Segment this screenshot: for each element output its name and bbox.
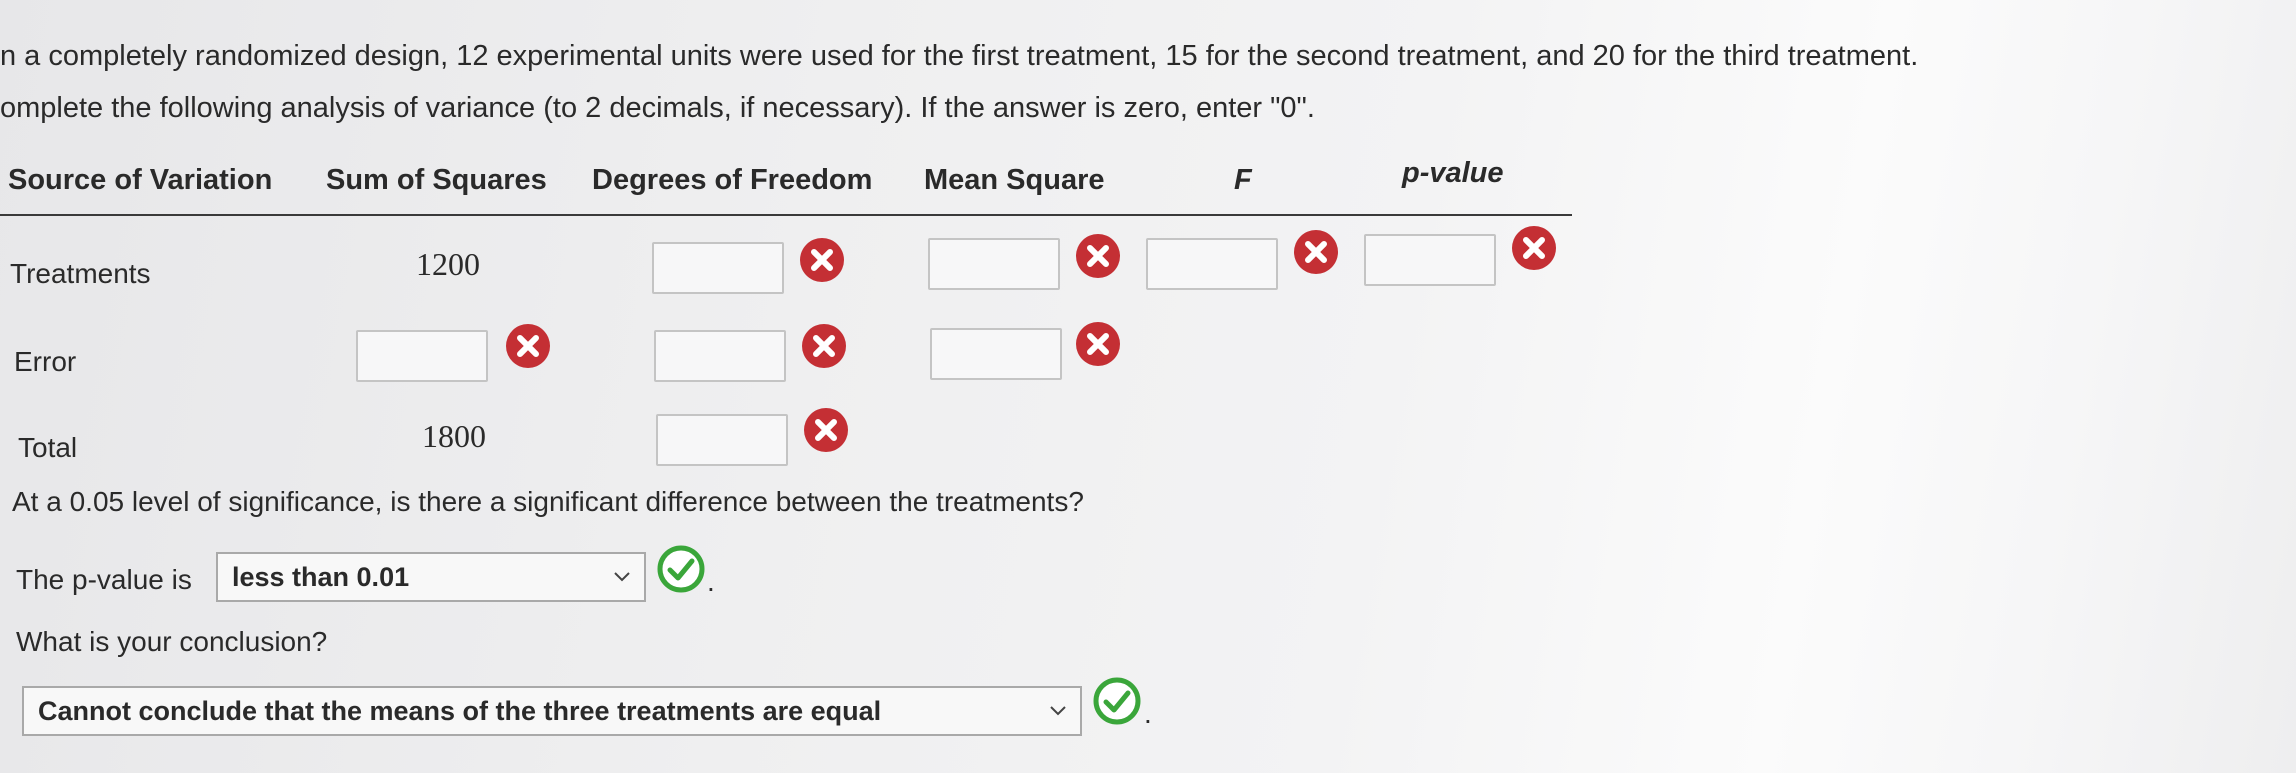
treatments-p-value-input[interactable] xyxy=(1364,234,1496,286)
question-line-2: omplete the following analysis of varian… xyxy=(0,92,1315,124)
header-divider xyxy=(0,214,1572,216)
x-circle-icon xyxy=(802,324,846,368)
header-p-value: p-value xyxy=(1402,157,1504,189)
x-circle-icon xyxy=(800,238,844,282)
x-circle-icon xyxy=(804,408,848,452)
x-circle-icon xyxy=(1076,322,1120,366)
x-circle-icon xyxy=(506,324,550,368)
x-circle-icon xyxy=(1294,230,1338,274)
row-label-error: Error xyxy=(14,346,77,377)
row-label-total: Total xyxy=(18,432,78,463)
header-degrees-of-freedom: Degrees of Freedom xyxy=(592,164,873,196)
treatments-mean-square-input[interactable] xyxy=(928,238,1060,290)
period: . xyxy=(1144,698,1152,729)
conclusion-prompt: What is your conclusion? xyxy=(16,626,328,657)
x-circle-icon xyxy=(1512,226,1556,270)
header-mean-square: Mean Square xyxy=(924,164,1105,196)
total-sum-of-squares: 1800 xyxy=(422,418,486,454)
check-circle-icon xyxy=(1093,677,1141,725)
row-label-treatments: Treatments xyxy=(10,258,151,289)
chevron-down-icon xyxy=(1050,706,1066,716)
question-line-1: n a completely randomized design, 12 exp… xyxy=(0,40,1919,72)
pvalue-dropdown[interactable]: less than 0.01 xyxy=(216,552,646,602)
header-sum-of-squares: Sum of Squares xyxy=(326,164,547,196)
header-source-of-variation: Source of Variation xyxy=(8,164,273,196)
treatments-f-input[interactable] xyxy=(1146,238,1278,290)
conclusion-dropdown[interactable]: Cannot conclude that the means of the th… xyxy=(22,686,1082,736)
conclusion-dropdown-value: Cannot conclude that the means of the th… xyxy=(38,695,882,726)
significance-question: At a 0.05 level of significance, is ther… xyxy=(12,486,1084,517)
treatments-df-input[interactable] xyxy=(652,242,784,294)
error-mean-square-input[interactable] xyxy=(930,328,1062,380)
pvalue-prefix: The p-value is xyxy=(16,564,192,595)
treatments-sum-of-squares: 1200 xyxy=(416,246,480,282)
pvalue-dropdown-value: less than 0.01 xyxy=(232,561,410,592)
chevron-down-icon xyxy=(614,572,630,582)
check-circle-icon xyxy=(657,545,705,593)
error-df-input[interactable] xyxy=(654,330,786,382)
x-circle-icon xyxy=(1076,234,1120,278)
period: . xyxy=(707,566,715,597)
total-df-input[interactable] xyxy=(656,414,788,466)
header-f: F xyxy=(1234,164,1252,196)
error-sum-of-squares-input[interactable] xyxy=(356,330,488,382)
